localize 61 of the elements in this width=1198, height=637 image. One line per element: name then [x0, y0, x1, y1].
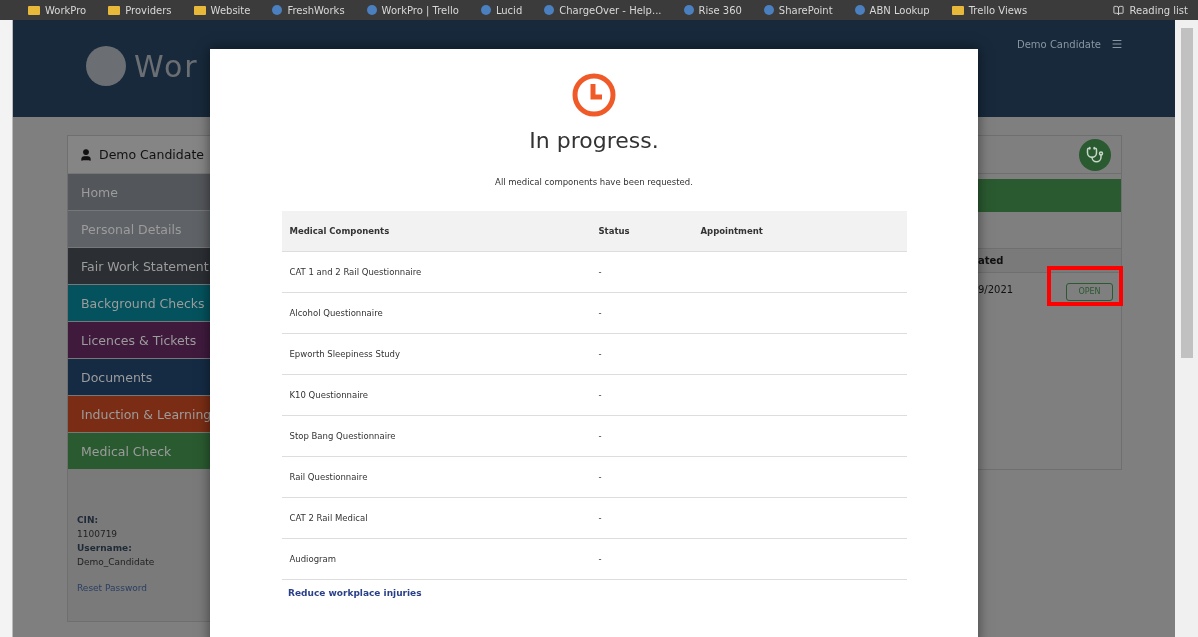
bookmark-link[interactable]: WorkPro | Trello — [381, 4, 459, 16]
date-text: 9/2021 — [978, 284, 1014, 296]
logo-mark — [86, 46, 126, 86]
info-value: Demo_Candidate — [77, 556, 156, 569]
bookmark-link[interactable]: Providers — [125, 4, 172, 16]
table-cell-text: - — [597, 390, 603, 400]
bookmark-link[interactable]: Trello Views — [968, 4, 1028, 16]
bookmark-link[interactable]: SharePoint — [778, 4, 833, 16]
table-cell-text: Rail Questionnaire — [288, 472, 369, 482]
reading-list-link[interactable]: Reading list — [1129, 4, 1188, 16]
site-icon — [683, 5, 694, 15]
clock-icon — [571, 72, 617, 118]
sidebar-user-name: Demo Candidate — [99, 147, 205, 162]
site-icon — [544, 5, 555, 15]
site-icon — [272, 5, 283, 15]
folder-icon — [951, 5, 964, 15]
logo-text: Wor — [134, 48, 199, 84]
info-label: CIN: — [77, 514, 100, 527]
column-header: ated — [978, 255, 1004, 266]
scrollbar-thumb[interactable] — [1180, 28, 1193, 358]
user-icon — [79, 147, 93, 162]
column-header: Appointment — [699, 226, 764, 236]
table-cell-text: - — [597, 308, 603, 318]
table-cell-text: - — [597, 431, 603, 441]
bookmark-link[interactable]: FreshWorks — [287, 4, 345, 16]
site-icon — [854, 5, 865, 15]
folder-icon — [28, 5, 40, 15]
info-value: 1100719 — [77, 528, 119, 541]
menu-icon[interactable] — [1111, 38, 1123, 50]
column-header: Status — [597, 226, 631, 236]
table-cell-text: - — [597, 554, 603, 564]
bookmark-link[interactable]: Rise 360 — [698, 4, 742, 16]
column-header: Medical Components — [288, 226, 391, 236]
dialog-subtitle: All medical components have been requested. — [495, 177, 693, 187]
bookmark-link[interactable]: ABN Lookup — [869, 4, 930, 16]
table-cell-text: CAT 2 Rail Medical — [288, 513, 369, 523]
user-name[interactable]: Demo Candidate — [1017, 38, 1101, 50]
site-icon — [480, 5, 491, 15]
footer-link[interactable]: Reduce workplace injuries — [288, 588, 422, 598]
table-cell-text: - — [597, 349, 603, 359]
table-cell-text: - — [597, 472, 603, 482]
table-cell-text: - — [597, 513, 603, 523]
stethoscope-icon — [1079, 138, 1111, 171]
site-icon — [366, 5, 377, 15]
table-cell-text: Stop Bang Questionnaire — [288, 431, 397, 441]
bookmark-link[interactable]: ChargeOver - Help... — [559, 4, 662, 16]
table-cell-text: CAT 1 and 2 Rail Questionnaire — [288, 267, 423, 277]
table-cell-text: Epworth Sleepiness Study — [288, 349, 402, 359]
table-cell-text: Audiogram — [288, 554, 338, 564]
table-cell-text: K10 Questionnaire — [288, 390, 370, 400]
folder-icon — [108, 5, 121, 15]
dialog-title: In progress. — [529, 128, 659, 153]
table-cell-text: Alcohol Questionnaire — [288, 308, 384, 318]
site-icon — [763, 5, 774, 15]
folder-icon — [193, 5, 206, 15]
info-label: Username: — [77, 542, 133, 555]
reading-list-icon — [1112, 4, 1124, 16]
bookmark-link[interactable]: Lucid — [495, 4, 523, 16]
table-cell-text: - — [597, 267, 603, 277]
bookmark-link[interactable]: Website — [210, 4, 251, 16]
bookmark-link[interactable]: WorkPro — [45, 4, 87, 16]
